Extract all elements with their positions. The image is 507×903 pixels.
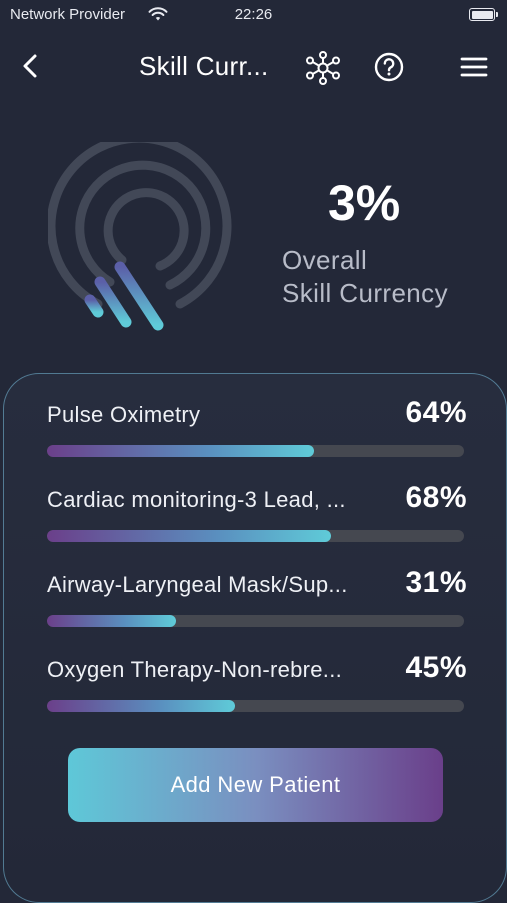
- overall-label-line1: Overall: [282, 245, 368, 275]
- skill-row[interactable]: Pulse Oximetry 64%: [47, 396, 467, 472]
- navigation-bar: Skill Curr...: [0, 40, 507, 94]
- add-new-patient-button[interactable]: Add New Patient: [68, 748, 443, 822]
- skill-name: Airway-Laryngeal Mask/Sup...: [47, 572, 348, 597]
- clock: 22:26: [234, 6, 273, 23]
- skill-progress-fill: [47, 445, 314, 457]
- help-circle-icon[interactable]: [372, 50, 406, 84]
- overall-percent: 3%: [328, 175, 401, 231]
- skill-percent: 64%: [405, 396, 467, 429]
- back-chevron-icon[interactable]: [16, 50, 48, 82]
- skill-name: Pulse Oximetry: [47, 402, 201, 427]
- skill-row[interactable]: Airway-Laryngeal Mask/Sup... 31%: [47, 566, 467, 642]
- overall-label-line2: Skill Currency: [282, 278, 448, 308]
- skill-percent: 31%: [405, 566, 467, 599]
- overall-label: Overall Skill Currency: [282, 244, 448, 310]
- skill-progress-fill: [47, 700, 235, 712]
- overall-summary: 3% Overall Skill Currency: [0, 133, 507, 340]
- hamburger-menu-icon[interactable]: [458, 52, 490, 82]
- skill-row[interactable]: Oxygen Therapy-Non-rebre... 45%: [47, 651, 467, 727]
- skill-progress-track: [47, 615, 464, 627]
- skill-currency-logo-icon: [46, 133, 238, 337]
- skill-percent: 68%: [405, 481, 467, 514]
- skill-progress-fill: [47, 530, 331, 542]
- network-nodes-icon[interactable]: [304, 50, 342, 86]
- skill-name: Oxygen Therapy-Non-rebre...: [47, 657, 343, 682]
- skill-percent: 45%: [405, 651, 467, 684]
- skill-name: Cardiac monitoring-3 Lead, ...: [47, 487, 346, 512]
- status-bar: Network Provider 22:26: [0, 0, 507, 32]
- skill-progress-fill: [47, 615, 177, 627]
- skill-progress-track: [47, 700, 464, 712]
- skill-progress-track: [47, 445, 464, 457]
- page-title: Skill Curr...: [139, 51, 269, 81]
- skills-card: Pulse Oximetry 64% Cardiac monitoring-3 …: [3, 373, 507, 903]
- battery-icon: [469, 8, 498, 21]
- skill-progress-track: [47, 530, 464, 542]
- skill-row[interactable]: Cardiac monitoring-3 Lead, ... 68%: [47, 481, 467, 557]
